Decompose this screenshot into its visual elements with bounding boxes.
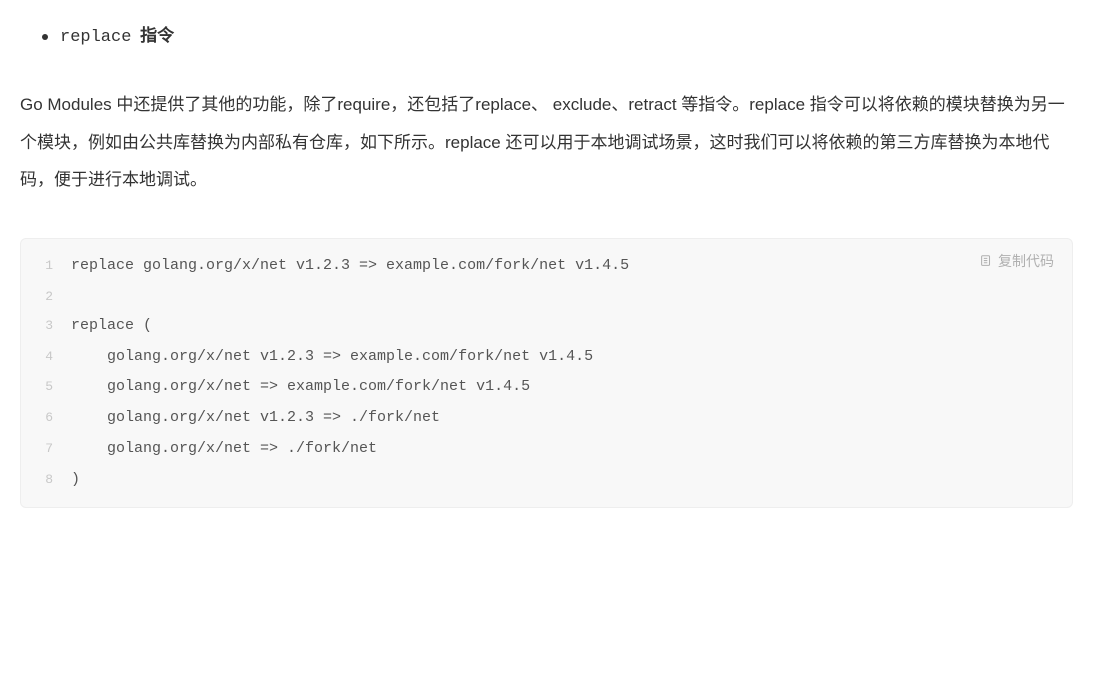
line-code: ) xyxy=(71,465,1072,496)
bullet-label: 指令 xyxy=(135,26,174,45)
code-line: 3replace ( xyxy=(21,311,1072,342)
bullet-text: replace 指令 xyxy=(60,20,174,54)
description-paragraph: Go Modules 中还提供了其他的功能，除了require，还包括了repl… xyxy=(20,86,1073,198)
line-number: 8 xyxy=(21,465,71,496)
code-line: 4 golang.org/x/net v1.2.3 => example.com… xyxy=(21,342,1072,373)
copy-label: 复制代码 xyxy=(998,251,1054,271)
code-line: 8) xyxy=(21,465,1072,496)
code-line: 6 golang.org/x/net v1.2.3 => ./fork/net xyxy=(21,403,1072,434)
bullet-item: replace 指令 xyxy=(20,20,1073,54)
line-code: golang.org/x/net v1.2.3 => example.com/f… xyxy=(71,342,1072,373)
line-code: replace ( xyxy=(71,311,1072,342)
line-code xyxy=(71,282,1072,311)
line-number: 6 xyxy=(21,403,71,434)
code-line: 5 golang.org/x/net => example.com/fork/n… xyxy=(21,372,1072,403)
code-line: 7 golang.org/x/net => ./fork/net xyxy=(21,434,1072,465)
line-code: golang.org/x/net => example.com/fork/net… xyxy=(71,372,1072,403)
line-code: golang.org/x/net => ./fork/net xyxy=(71,434,1072,465)
copy-icon xyxy=(979,254,993,268)
code-line: 1replace golang.org/x/net v1.2.3 => exam… xyxy=(21,251,1072,282)
line-number: 3 xyxy=(21,311,71,342)
line-code: golang.org/x/net v1.2.3 => ./fork/net xyxy=(71,403,1072,434)
line-code: replace golang.org/x/net v1.2.3 => examp… xyxy=(71,251,1072,282)
line-number: 1 xyxy=(21,251,71,282)
code-block: 复制代码 1replace golang.org/x/net v1.2.3 =>… xyxy=(20,238,1073,508)
code-line: 2 xyxy=(21,282,1072,311)
code-content: 1replace golang.org/x/net v1.2.3 => exam… xyxy=(21,239,1072,507)
line-number: 7 xyxy=(21,434,71,465)
bullet-code-keyword: replace xyxy=(60,28,131,47)
bullet-dot-icon xyxy=(42,34,48,40)
line-number: 2 xyxy=(21,282,71,311)
copy-code-button[interactable]: 复制代码 xyxy=(979,251,1054,271)
line-number: 4 xyxy=(21,342,71,373)
line-number: 5 xyxy=(21,372,71,403)
